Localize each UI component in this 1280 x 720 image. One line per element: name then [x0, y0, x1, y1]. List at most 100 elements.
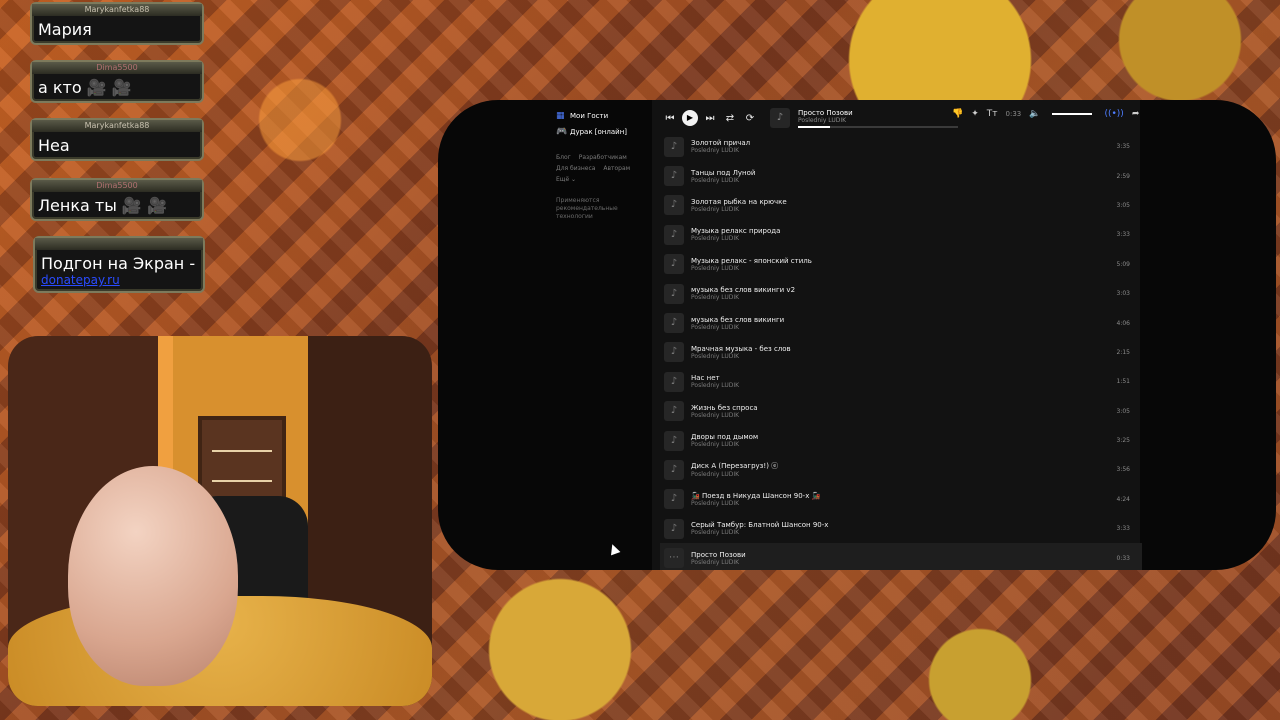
sidebar-item-durak[interactable]: 🎮 Дурак [онлайн]	[556, 124, 656, 140]
track-info: Просто Позови Posledniy LUDIK	[691, 551, 746, 566]
track-artist[interactable]: Posledniy LUDIK	[691, 529, 828, 536]
track-row[interactable]: ♪ Нас нет Posledniy LUDIK 1:51	[660, 367, 1142, 396]
speaker-icon[interactable]: 🔈	[1029, 109, 1040, 119]
music-note-icon: ♪	[664, 254, 684, 275]
music-note-icon: ♪	[664, 136, 684, 157]
track-title[interactable]: Диск А (Перезагруз!) ⓔ	[691, 461, 778, 471]
track-list-panel: ⏮ ▶ ⏭ ⇄ ⟳ ♪ Просто Позови Posledniy LUDI…	[652, 100, 1142, 570]
track-row[interactable]: ♪ 🚂 Поезд в Никуда Шансон 90-х 🚂 Posledniy…	[660, 485, 1142, 514]
music-note-icon: ♪	[664, 313, 684, 334]
track-title[interactable]: 🚂 Поезд в Никуда Шансон 90-х 🚂	[691, 492, 820, 500]
track-artist[interactable]: Posledniy LUDIK	[691, 559, 746, 566]
track-row[interactable]: ♪ Диск А (Перезагруз!) ⓔ Posledniy LUDIK 3:…	[660, 455, 1142, 484]
track-artist[interactable]: Posledniy LUDIK	[691, 235, 780, 242]
track-artist[interactable]: Posledniy LUDIK	[691, 382, 739, 389]
track-duration: 2:15	[1116, 348, 1130, 356]
volume-slider[interactable]	[1052, 113, 1093, 115]
shuffle-icon[interactable]: ⇄	[720, 113, 740, 124]
track-artist[interactable]: Posledniy LUDIK	[691, 412, 758, 419]
chat-message: Marykanfetka88 Мария	[30, 2, 204, 45]
sidebar-item-guests[interactable]: ▦ Мои Гости	[556, 108, 656, 124]
previous-icon[interactable]: ⏮	[660, 113, 680, 124]
track-artist[interactable]: Posledniy LUDIK	[691, 294, 795, 301]
track-artist[interactable]: Posledniy LUDIK	[691, 206, 787, 213]
sidebar: ▦ Мои Гости 🎮 Дурак [онлайн] Блог Разраб…	[556, 108, 656, 221]
chat-text: Ленка ты 🎥 🎥	[38, 196, 167, 215]
track-duration: 3:05	[1116, 201, 1130, 209]
track-info: Золотой причал Posledniy LUDIK	[691, 139, 750, 154]
dislike-icon[interactable]: 👎	[952, 109, 963, 119]
track-artist[interactable]: Posledniy LUDIK	[691, 177, 755, 184]
music-note-icon: ⋯	[664, 548, 684, 569]
chat-username: Marykanfetka88	[32, 4, 202, 16]
now-playing-cover: ♪	[770, 108, 790, 128]
broadcast-icon[interactable]: ((•))	[1104, 109, 1123, 119]
track-artist[interactable]: Posledniy LUDIK	[691, 265, 812, 272]
track-info: Дворы под дымом Posledniy LUDIK	[691, 433, 758, 448]
track-row[interactable]: ♪ Мрачная музыка - без слов Posledniy LUDI…	[660, 338, 1142, 367]
link-developers[interactable]: Разработчикам	[579, 154, 627, 161]
track-info: Мрачная музыка - без слов Posledniy LUDIK	[691, 345, 791, 360]
track-title[interactable]: Дворы под дымом	[691, 433, 758, 441]
track-row[interactable]: ♪ музыка без слов викинги v2 Posledniy LUD…	[660, 279, 1142, 308]
chat-username: Marykanfetka88	[32, 120, 202, 132]
track-info: музыка без слов викинги v2 Posledniy LUDI…	[691, 286, 795, 301]
donate-link[interactable]: donatepay.ru	[41, 273, 197, 287]
track-duration: 3:03	[1116, 290, 1130, 298]
track-row[interactable]: ♪ Музыка релакс - японский стиль Posledniy…	[660, 250, 1142, 279]
share-icon[interactable]: ➦	[1132, 109, 1140, 119]
track-duration: 4:06	[1116, 319, 1130, 327]
track-title[interactable]: Просто Позови	[691, 551, 746, 559]
track-row[interactable]: ♪ Дворы под дымом Posledniy LUDIK 3:25	[660, 426, 1142, 455]
track-duration: 3:56	[1116, 466, 1130, 474]
track-duration: 3:33	[1116, 231, 1130, 239]
track-row[interactable]: ♪ Золотой причал Posledniy LUDIK 3:35	[660, 132, 1142, 161]
track-duration: 0:33	[1116, 554, 1130, 562]
webcam-feed	[8, 336, 432, 706]
track-row[interactable]: ♪ Музыка релакс природа Posledniy LUDIK 3:3…	[660, 220, 1142, 249]
track-row[interactable]: ⋯ Просто Позови Posledniy LUDIK 0:33	[660, 543, 1142, 570]
track-row[interactable]: ♪ Жизнь без спроса Posledniy LUDIK 3:05	[660, 397, 1142, 426]
track-title[interactable]: Нас нет	[691, 374, 739, 382]
track-title[interactable]: Музыка релакс - японский стиль	[691, 257, 812, 265]
track-row[interactable]: ♪ Танцы под Луной Posledniy LUDIK 2:59	[660, 161, 1142, 190]
track-artist[interactable]: Posledniy LUDIK	[691, 353, 791, 360]
track-artist[interactable]: Posledniy LUDIK	[691, 500, 820, 507]
track-title[interactable]: музыка без слов викинги	[691, 316, 784, 324]
link-authors[interactable]: Авторам	[603, 165, 630, 172]
chat-message: Dima5500 а кто 🎥 🎥	[30, 60, 204, 103]
now-playing-artist[interactable]: Posledniy LUDIK	[798, 117, 958, 124]
progress-bar[interactable]	[798, 125, 958, 128]
sidebar-item-label: Мои Гости	[570, 112, 609, 120]
track-artist[interactable]: Posledniy LUDIK	[691, 441, 758, 448]
track-title[interactable]: Золотой причал	[691, 139, 750, 147]
next-icon[interactable]: ⏭	[700, 113, 720, 124]
track-title[interactable]: Серый Тамбур: Блатной Шансон 90-х	[691, 521, 828, 529]
play-button[interactable]: ▶	[682, 110, 698, 126]
track-title[interactable]: Музыка релакс природа	[691, 227, 780, 235]
text-size-icon[interactable]: Tт	[987, 109, 998, 119]
track-duration: 2:59	[1116, 172, 1130, 180]
track-title[interactable]: Мрачная музыка - без слов	[691, 345, 791, 353]
track-title[interactable]: Жизнь без спроса	[691, 404, 758, 412]
music-note-icon: ♪	[664, 283, 684, 304]
track-artist[interactable]: Posledniy LUDIK	[691, 147, 750, 154]
repeat-icon[interactable]: ⟳	[740, 113, 760, 124]
track-artist[interactable]: Posledniy LUDIK	[691, 324, 784, 331]
track-title[interactable]: Золотая рыбка на крючке	[691, 198, 787, 206]
chat-message: Marykanfetka88 Неа	[30, 118, 204, 161]
link-more[interactable]: Ещё ⌄	[556, 174, 656, 185]
track-info: Диск А (Перезагруз!) ⓔ Posledniy LUDIK	[691, 461, 778, 478]
link-blog[interactable]: Блог	[556, 154, 571, 161]
track-row[interactable]: ♪ Золотая рыбка на крючке Posledniy LUDIK 3…	[660, 191, 1142, 220]
now-playing-title[interactable]: Просто Позови	[798, 109, 958, 117]
track-duration: 4:24	[1116, 495, 1130, 503]
link-business[interactable]: Для бизнеса	[556, 165, 595, 172]
track-duration: 5:09	[1116, 260, 1130, 268]
track-row[interactable]: ♪ Серый Тамбур: Блатной Шансон 90-х Posled…	[660, 514, 1142, 543]
track-row[interactable]: ♪ музыка без слов викинги Posledniy LUDIK 4…	[660, 308, 1142, 337]
track-title[interactable]: Танцы под Луной	[691, 169, 755, 177]
track-artist[interactable]: Posledniy LUDIK	[691, 471, 778, 478]
sparkle-icon[interactable]: ✦	[971, 109, 979, 119]
track-title[interactable]: музыка без слов викинги v2	[691, 286, 795, 294]
